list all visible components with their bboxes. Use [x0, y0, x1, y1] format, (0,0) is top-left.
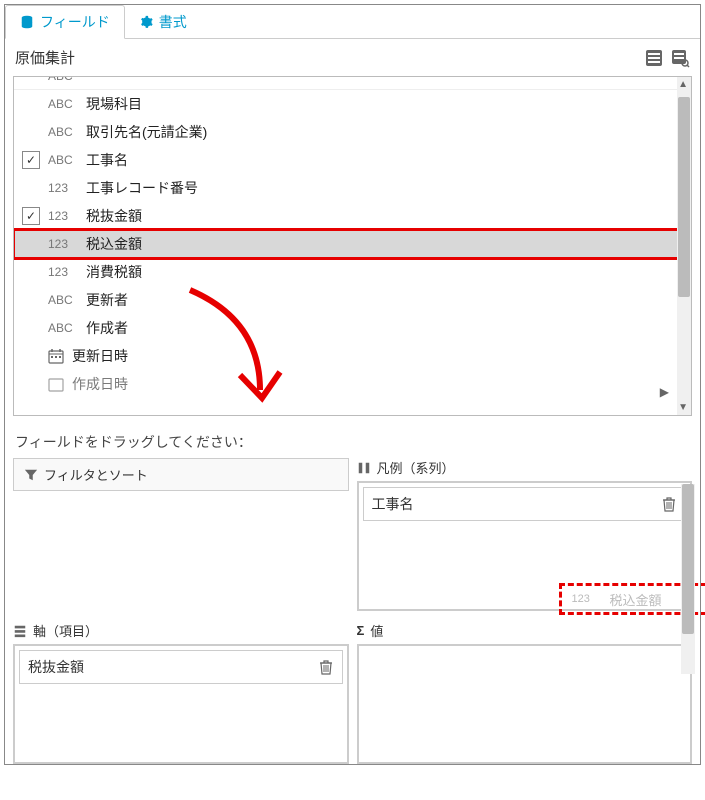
- field-item[interactable]: 123 消費税額: [14, 258, 691, 286]
- axis-drop-zone[interactable]: 税抜金額: [13, 644, 349, 764]
- page-title: 原価集計: [15, 47, 75, 68]
- checkbox-checked[interactable]: ✓: [22, 151, 40, 169]
- field-type: 123: [48, 181, 78, 195]
- field-name: 消費税額: [86, 262, 142, 282]
- legend-drop-zone[interactable]: 工事名 123 税込金額: [357, 481, 693, 611]
- legend-label: 凡例（系列）: [377, 458, 455, 477]
- gear-icon: [139, 15, 153, 29]
- tab-field[interactable]: フィールド: [5, 5, 125, 39]
- field-item[interactable]: ✓ 123 税抜金額: [14, 202, 691, 230]
- field-name: 工事レコード番号: [86, 178, 198, 198]
- value-label: 値: [370, 621, 383, 640]
- field-type: ABC: [48, 77, 78, 83]
- trash-icon[interactable]: [661, 496, 677, 512]
- expand-caret-icon[interactable]: ▶: [660, 385, 669, 399]
- field-name: 税抜金額: [86, 206, 142, 226]
- tab-bar: フィールド 書式: [5, 5, 700, 39]
- field-type: ABC: [48, 125, 78, 139]
- filter-sort-label: フィルタとソート: [44, 465, 148, 484]
- axis-zone-header: 軸（項目）: [13, 621, 349, 640]
- legend-chip[interactable]: 工事名: [363, 487, 687, 521]
- trash-icon[interactable]: [318, 659, 334, 675]
- field-type: 123: [48, 237, 78, 251]
- scrollbar[interactable]: ▲ ▼: [677, 77, 691, 415]
- ghost-type: 123: [572, 593, 602, 605]
- field-type: ABC: [48, 293, 78, 307]
- calendar-icon: [48, 376, 64, 392]
- drag-instruction: フィールドをドラッグしてください：: [5, 426, 700, 458]
- field-item[interactable]: 更新日時: [14, 342, 691, 370]
- field-item-partial-bottom[interactable]: 作成日時: [14, 370, 691, 398]
- calendar-icon: [48, 348, 64, 364]
- field-name: 現場科目: [86, 94, 142, 114]
- axis-label: 軸（項目）: [33, 621, 98, 640]
- field-item-partial-top[interactable]: ABC: [14, 77, 691, 90]
- database-icon: [20, 15, 34, 29]
- scroll-down-icon[interactable]: ▼: [678, 402, 688, 413]
- list-view-icon[interactable]: [644, 48, 664, 68]
- field-type: ABC: [48, 97, 78, 111]
- value-drop-zone[interactable]: [357, 644, 693, 764]
- scrollbar-thumb[interactable]: [678, 97, 690, 297]
- field-type: 123: [48, 209, 78, 223]
- field-type: 123: [48, 265, 78, 279]
- field-type: ABC: [48, 321, 78, 335]
- axis-icon: [13, 624, 27, 638]
- field-item[interactable]: ✓ ABC 工事名: [14, 146, 691, 174]
- field-name: 更新者: [86, 290, 128, 310]
- chip-label: 税抜金額: [28, 657, 84, 677]
- scrollbar-thumb[interactable]: [682, 484, 694, 634]
- field-type: ABC: [48, 153, 78, 167]
- legend-zone-header: 凡例（系列）: [357, 458, 693, 477]
- field-item[interactable]: ABC 現場科目: [14, 90, 691, 118]
- chip-label: 工事名: [372, 494, 414, 514]
- field-item-selected[interactable]: 123 税込金額: [14, 230, 691, 258]
- sigma-icon: Σ: [357, 623, 365, 638]
- tab-format-label: 書式: [159, 12, 187, 32]
- ghost-label: 税込金額: [610, 590, 662, 609]
- filter-sort-header[interactable]: フィルタとソート: [13, 458, 349, 491]
- scroll-up-icon[interactable]: ▲: [678, 79, 688, 90]
- value-zone-header: Σ 値: [357, 621, 693, 640]
- field-list: ABC ABC 現場科目 ABC 取引先名(元請企業) ✓ ABC 工事名 12…: [13, 76, 692, 416]
- field-item[interactable]: ABC 作成者: [14, 314, 691, 342]
- field-item[interactable]: ABC 取引先名(元請企業): [14, 118, 691, 146]
- tab-format[interactable]: 書式: [125, 5, 201, 38]
- field-name: 税込金額: [86, 234, 142, 254]
- panel-scrollbar[interactable]: [681, 484, 695, 674]
- tab-field-label: フィールド: [40, 12, 110, 32]
- legend-icon: [357, 461, 371, 475]
- field-name: 作成日時: [72, 374, 128, 394]
- field-name: 作成者: [86, 318, 128, 338]
- checkbox-checked[interactable]: ✓: [22, 207, 40, 225]
- field-item[interactable]: ABC 更新者: [14, 286, 691, 314]
- filter-icon: [24, 468, 38, 482]
- axis-chip[interactable]: 税抜金額: [19, 650, 343, 684]
- field-name: 取引先名(元請企業): [86, 122, 207, 142]
- field-name: 工事名: [86, 150, 128, 170]
- field-item[interactable]: 123 工事レコード番号: [14, 174, 691, 202]
- search-list-icon[interactable]: [670, 48, 690, 68]
- field-name: 更新日時: [72, 346, 128, 366]
